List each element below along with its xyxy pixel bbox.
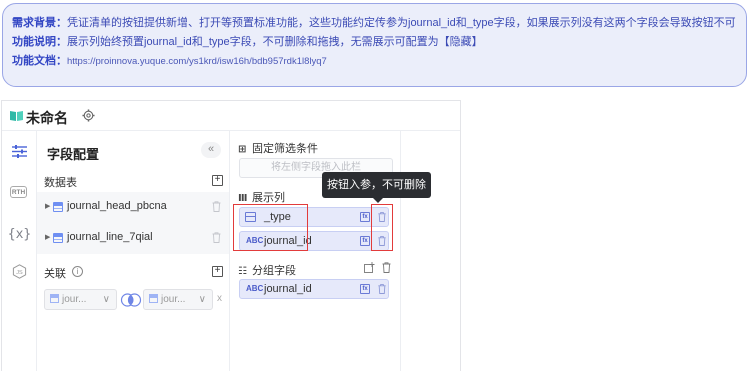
notice-function-label: 功能说明： [12,36,67,48]
highlight-box-fields [233,204,308,251]
highlight-box-delete [371,204,393,251]
notice-doc-row: 功能文档：https://proinnova.yuque.com/ys1krd/… [12,52,736,71]
field-config-title: 字段配置 [47,147,100,162]
group-fields-label: 分组字段 [252,265,296,277]
title-bar: 未命名 [2,101,460,131]
page-title[interactable]: 未命名 [26,108,68,128]
inner-join-icon[interactable] [120,293,142,307]
trash-icon[interactable] [212,201,221,212]
table-name: journal_line_7qial [67,231,153,243]
table-icon [53,202,63,212]
display-columns-title: Ⅲ 展示列 [238,189,285,205]
notice-doc-label: 功能文档： [12,55,67,67]
rth-icon[interactable]: RTH [10,186,27,198]
join-right-value: jour... [161,294,186,305]
trash-icon[interactable] [382,262,391,273]
notice-doc-link[interactable]: https://proinnova.yuque.com/ys1krd/isw16… [67,56,327,67]
join-right-select[interactable]: jour... ∨ [143,289,213,310]
table-icon [53,233,63,243]
collapse-button[interactable]: « [201,142,221,158]
add-group-icon[interactable] [364,262,375,273]
notice-background-text: 凭证清单的按钮提供新增、打开等预置标准功能，这些功能约定传参为journal_i… [67,17,736,29]
table-icon [50,294,59,303]
chevron-down-icon: ∨ [198,294,206,305]
columns-icon: Ⅲ [238,193,248,204]
info-icon[interactable]: i [72,266,83,277]
formula-icon[interactable]: fx [360,284,370,294]
fixed-filter-title: ⊞ 固定筛选条件 [238,140,318,156]
table-icon [149,294,158,303]
group-field-journal-id[interactable]: ABC journal_id fx [239,279,389,299]
table-name: journal_head_pbcna [67,200,167,212]
variable-icon[interactable]: {x} [8,225,31,244]
display-config-panel: ⊞ 固定筛选条件 将左侧字段拖入此栏 Ⅲ 展示列 _type fx ABC jour… [231,131,401,371]
relation-label: 关联 [44,268,66,280]
clear-join-button[interactable]: x [217,293,222,304]
formula-icon[interactable]: fx [360,236,370,246]
notice-function-row: 功能说明：展示列始终预置journal_id和_type字段，不可删除和拖拽，无… [12,33,736,52]
add-relation-button[interactable]: + [212,266,223,277]
js-icon[interactable]: JS [12,264,27,279]
join-left-select[interactable]: jour... ∨ [44,289,117,310]
expand-caret-icon[interactable]: ▶ [45,233,50,241]
fixed-filter-label: 固定筛选条件 [252,143,318,155]
display-columns-label: 展示列 [252,192,285,204]
text-field-icon: ABC [246,284,264,293]
tooltip: 按钮入参，不可删除 [322,172,431,203]
notice-background-row: 需求背景：凭证清单的按钮提供新增、打开等预置标准功能，这些功能约定传参为jour… [12,14,736,33]
trash-icon[interactable] [378,284,386,294]
table-row[interactable]: ▶ journal_line_7qial [37,223,229,254]
gear-icon[interactable] [82,109,95,122]
field-config-icon[interactable] [12,145,27,158]
filter-grid-icon: ⊞ [238,144,247,155]
table-row[interactable]: ▶ journal_head_pbcna [37,192,229,223]
field-name: journal_id [264,283,312,295]
field-config-panel: 字段配置 « 数据表 + ▶ journal_head_pbcna ▶ jour… [37,131,230,371]
formula-icon[interactable]: fx [360,212,370,222]
group-fields-title: ☷ 分组字段 [238,262,296,278]
notice-function-text: 展示列始终预置journal_id和_type字段，不可删除和拖拽，无需展示可配… [67,36,483,48]
group-icon: ☷ [238,266,247,277]
join-left-value: jour... [62,294,87,305]
add-datatable-button[interactable]: + [212,175,223,186]
notice-background-label: 需求背景： [12,17,67,29]
left-sidebar: RTH {x} JS [2,131,37,371]
svg-text:JS: JS [16,270,23,276]
book-logo-icon [10,111,23,121]
requirement-notice: 需求背景：凭证清单的按钮提供新增、打开等预置标准功能，这些功能约定传参为jour… [2,3,747,87]
chevron-down-icon: ∨ [102,294,110,305]
datatable-label: 数据表 [44,177,77,189]
expand-caret-icon[interactable]: ▶ [45,202,50,210]
trash-icon[interactable] [212,232,221,243]
